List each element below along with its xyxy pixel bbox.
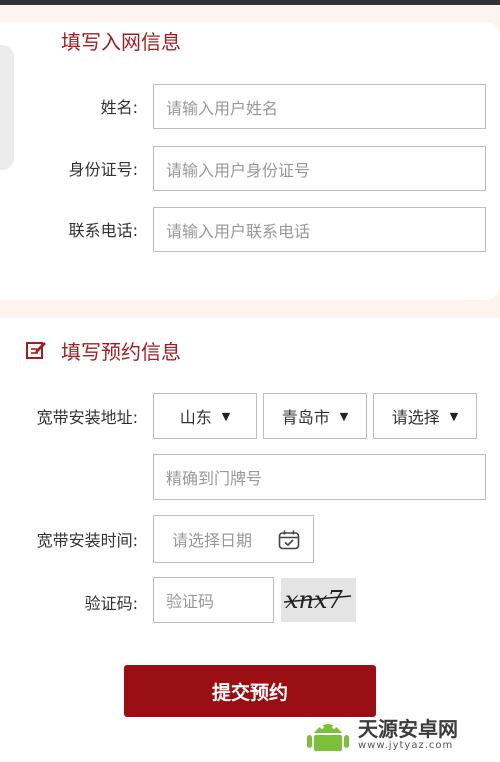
address-detail-input[interactable]: 精确到门牌号 [153, 454, 486, 500]
booking-section-title: 填写预约信息 [61, 340, 181, 364]
edit-icon [26, 342, 46, 359]
district-select[interactable]: 请选择 ▼ [373, 393, 477, 439]
captcha-drawing: xnx7 [283, 586, 352, 614]
id-number-label: 身份证号: [68, 160, 138, 179]
name-label: 姓名: [100, 98, 138, 117]
chevron-down-icon: ▼ [449, 409, 459, 423]
city-value: 青岛市 [281, 408, 330, 427]
watermark: 天源安卓网 www.jytyaz.com [304, 710, 500, 760]
district-value: 请选择 [391, 408, 440, 427]
chevron-down-icon: ▼ [339, 409, 349, 423]
watermark-name: 天源安卓网 [358, 717, 458, 741]
watermark-url: www.jytyaz.com [358, 740, 454, 751]
province-value: 山东 [179, 408, 212, 427]
user-section-title: 填写入网信息 [61, 30, 181, 54]
captcha-label: 验证码: [84, 594, 138, 613]
captcha-image[interactable]: xnx7 [281, 578, 356, 622]
phone-input[interactable]: 请输入用户联系电话 [153, 207, 486, 252]
address-label: 宽带安装地址: [36, 408, 138, 427]
calendar-icon [278, 530, 300, 550]
android-logo-icon [307, 724, 349, 751]
side-decoration [0, 45, 14, 170]
date-picker-input[interactable]: 请选择日期 [153, 515, 314, 563]
id-number-input[interactable]: 请输入用户身份证号 [153, 146, 486, 191]
install-time-label: 宽带安装时间: [36, 531, 138, 550]
province-select[interactable]: 山东 ▼ [153, 393, 257, 439]
top-status-bar [0, 0, 500, 5]
chevron-down-icon: ▼ [221, 409, 231, 423]
city-select[interactable]: 青岛市 ▼ [263, 393, 367, 439]
date-placeholder: 请选择日期 [172, 531, 253, 550]
name-input[interactable]: 请输入用户姓名 [153, 84, 486, 129]
phone-label: 联系电话: [68, 221, 138, 240]
captcha-input[interactable]: 验证码 [153, 577, 274, 623]
